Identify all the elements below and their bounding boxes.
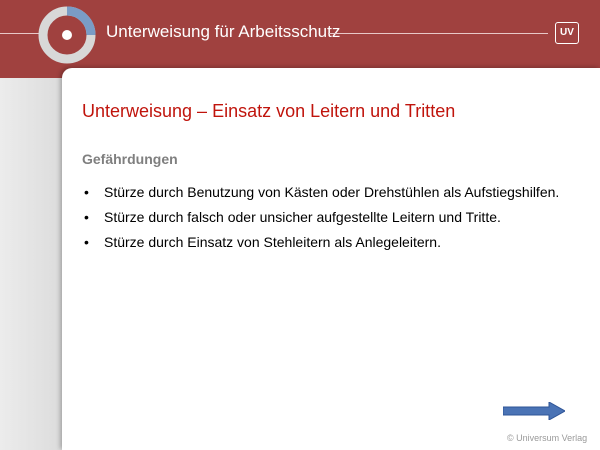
list-item: • Stürze durch Benutzung von Kästen oder… [82, 183, 582, 202]
content-panel [62, 68, 600, 450]
list-item: • Stürze durch falsch oder unsicher aufg… [82, 208, 582, 227]
uv-badge: UV [555, 22, 579, 44]
circle-logo-icon [38, 6, 96, 64]
header-title: Unterweisung für Arbeitsschutz [106, 22, 341, 41]
header-divider-right [328, 33, 548, 34]
arrow-right-icon[interactable] [503, 402, 565, 420]
copyright-footer: © Universum Verlag [507, 433, 588, 443]
slide-header: Unterweisung für Arbeitsschutz UV [0, 0, 600, 66]
bullet-icon: • [84, 209, 89, 225]
section-heading: Gefährdungen [82, 151, 178, 167]
hazard-list: • Stürze durch Benutzung von Kästen oder… [82, 183, 582, 258]
header-divider-left [0, 33, 42, 34]
list-item-text: Stürze durch Einsatz von Stehleitern als… [104, 234, 441, 250]
slide-title: Unterweisung – Einsatz von Leitern und T… [82, 101, 456, 121]
list-item-text: Stürze durch falsch oder unsicher aufges… [104, 209, 501, 225]
bullet-icon: • [84, 184, 89, 200]
list-item: • Stürze durch Einsatz von Stehleitern a… [82, 233, 582, 252]
list-item-text: Stürze durch Benutzung von Kästen oder D… [104, 184, 560, 200]
left-margin-strip [0, 78, 62, 450]
bullet-icon: • [84, 234, 89, 250]
